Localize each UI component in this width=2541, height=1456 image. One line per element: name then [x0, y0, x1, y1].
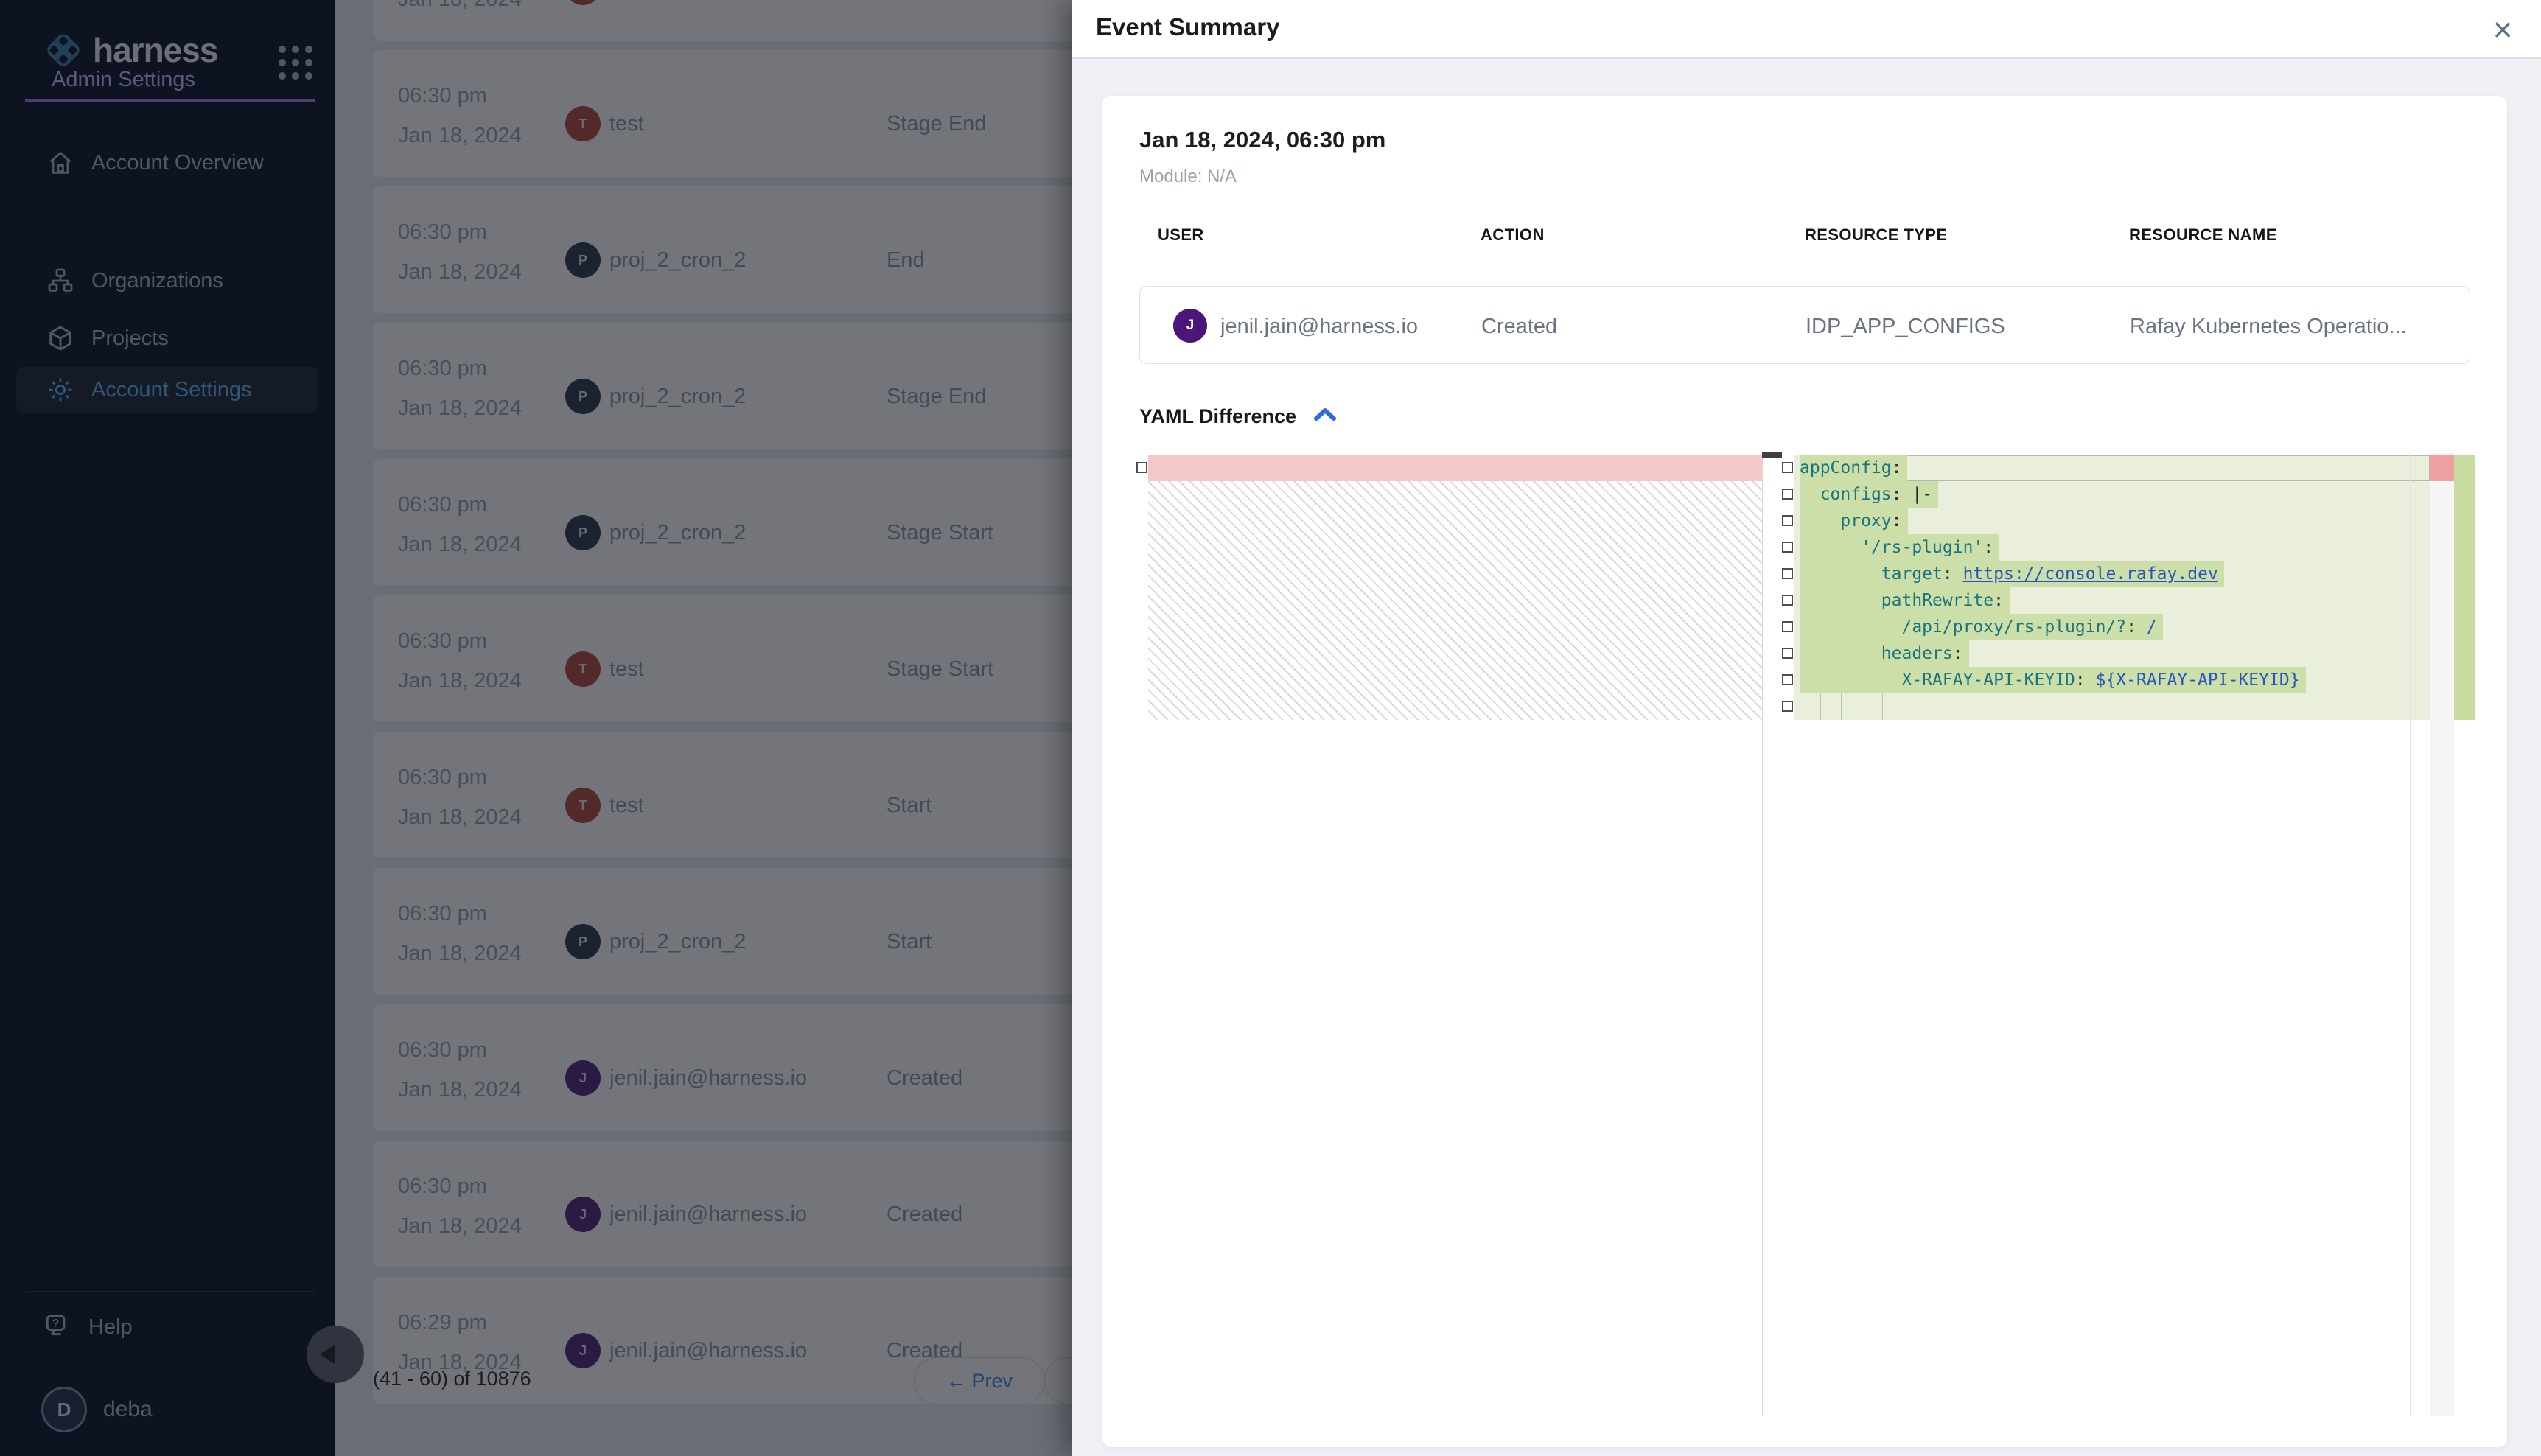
diff-glyph-square — [1782, 648, 1793, 659]
column-header-user: USER — [1158, 225, 1204, 245]
yaml-code-line: pathRewrite: — [1800, 587, 2430, 614]
cell-resource-name: Rafay Kubernetes Operatio... — [2130, 315, 2407, 339]
diff-glyph-square — [1782, 542, 1793, 553]
drawer-header: Event Summary × — [1072, 0, 2541, 59]
yaml-difference-label: YAML Difference — [1139, 405, 1296, 428]
diff-scrollbar-track[interactable] — [2430, 453, 2454, 1416]
yaml-code-line: /api/proxy/rs-plugin/?: / — [1800, 614, 2430, 640]
diff-sash[interactable] — [1762, 453, 1763, 1416]
drawer-title: Event Summary — [1096, 13, 1279, 41]
yaml-code-line: target: https://console.rafay.dev — [1800, 561, 2430, 587]
diff-glyph-square — [1782, 515, 1793, 526]
cell-resource-type: IDP_APP_CONFIGS — [1806, 315, 2005, 339]
diff-pane-edge — [2410, 453, 2411, 1416]
yaml-code-line — [1800, 693, 2430, 720]
yaml-code-line: headers: — [1800, 640, 2430, 667]
diff-glyph-square — [1782, 462, 1793, 473]
event-module: Module: N/A — [1139, 167, 1237, 187]
diff-removed-line — [1148, 455, 1762, 481]
event-datetime: Jan 18, 2024, 06:30 pm — [1139, 127, 1385, 153]
yaml-code-line: X-RAFAY-API-KEYID: ${X-RAFAY-API-KEYID} — [1800, 667, 2430, 693]
overview-removed-marker — [2430, 455, 2454, 481]
avatar: J — [1173, 309, 1207, 343]
yaml-code: appConfig: configs: |- proxy: '/rs-plugi… — [1794, 455, 2430, 720]
diff-glyph-square — [1782, 621, 1793, 632]
cell-user: jenil.jain@harness.io — [1220, 315, 1418, 339]
diff-glyph-square — [1136, 462, 1147, 473]
event-table-row: J jenil.jain@harness.io Created IDP_APP_… — [1139, 286, 2470, 364]
diff-sash-handle[interactable] — [1762, 452, 1782, 458]
column-header-resource-type: RESOURCE TYPE — [1805, 225, 1947, 245]
yaml-difference-toggle[interactable]: YAML Difference — [1139, 405, 1338, 428]
column-header-action: ACTION — [1481, 225, 1545, 245]
diff-glyph-square — [1782, 701, 1793, 712]
event-summary-card: Jan 18, 2024, 06:30 pm Module: N/A USER … — [1102, 96, 2507, 1447]
diff-empty-hatch-region — [1148, 481, 1762, 720]
overview-added-marker — [2454, 455, 2475, 720]
diff-glyph-square — [1782, 595, 1793, 606]
column-header-resource-name: RESOURCE NAME — [2129, 225, 2277, 245]
chevron-up-icon — [1313, 406, 1338, 427]
cell-action: Created — [1481, 315, 1557, 339]
yaml-diff-editor[interactable]: appConfig: configs: |- proxy: '/rs-plugi… — [1135, 453, 2475, 1416]
diff-glyph-square — [1782, 568, 1793, 579]
diff-glyph-square — [1782, 674, 1793, 685]
yaml-code-line: appConfig: — [1800, 455, 2430, 481]
close-icon[interactable]: × — [2481, 7, 2525, 52]
event-summary-drawer: Event Summary × Jan 18, 2024, 06:30 pm M… — [1072, 0, 2541, 1456]
yaml-code-line: '/rs-plugin': — [1800, 534, 2430, 561]
diff-glyph-square — [1782, 489, 1793, 500]
yaml-code-line: configs: |- — [1800, 481, 2430, 508]
yaml-code-line: proxy: — [1800, 508, 2430, 534]
